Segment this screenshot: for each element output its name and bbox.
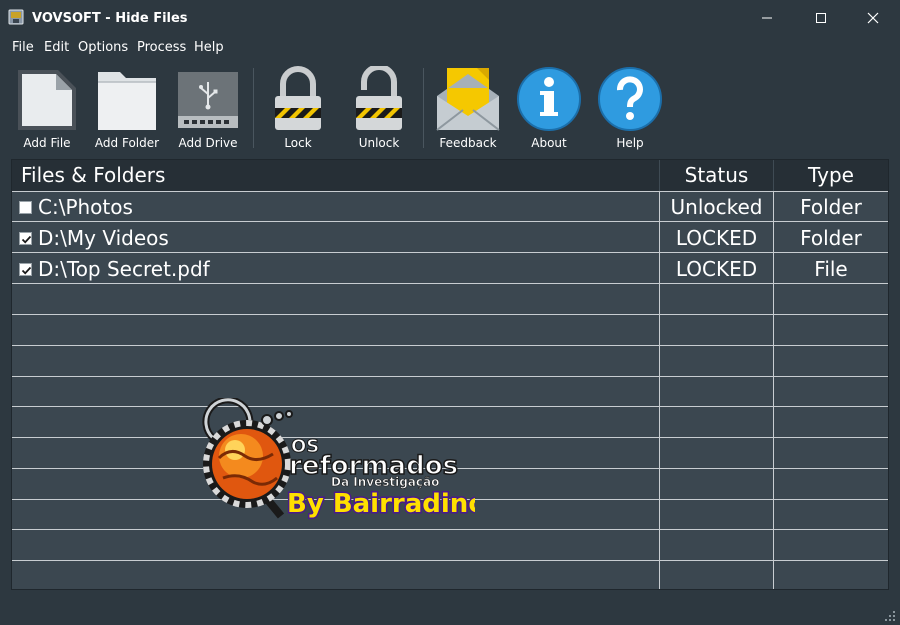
minimize-icon (762, 17, 772, 19)
app-icon (8, 9, 24, 25)
toolbar-separator (253, 68, 254, 148)
row-status: LOCKED (675, 226, 758, 250)
padlock-unlocked-icon (346, 64, 412, 132)
add-folder-button[interactable]: Add Folder (89, 62, 165, 154)
row-path: D:\Top Secret.pdf (38, 257, 210, 281)
padlock-locked-icon (265, 66, 331, 132)
checkmark-icon (21, 266, 32, 275)
close-button[interactable] (850, 0, 896, 36)
grid-row-line (12, 529, 888, 530)
watermark-logo: OS reformados Da Investigação By Bairrad… (183, 396, 488, 522)
row-status: LOCKED (675, 257, 758, 281)
add-file-label: Add File (23, 136, 71, 150)
watermark-investigacao: Da Investigação (331, 475, 439, 489)
column-type[interactable]: Type (774, 160, 888, 191)
row-type: File (814, 257, 848, 281)
status-bar (0, 598, 900, 625)
question-icon (597, 66, 663, 132)
unlock-label: Unlock (358, 136, 400, 150)
title-bar: VOVSOFT - Hide Files (0, 0, 900, 36)
grid-header: Files & Folders Status Type (12, 160, 888, 191)
row-path: D:\My Videos (38, 226, 169, 250)
about-button[interactable]: About (511, 62, 587, 154)
maximize-icon (816, 13, 826, 23)
row-type: Folder (800, 195, 862, 219)
usb-drive-icon (175, 66, 241, 132)
row-checkbox[interactable] (19, 232, 32, 245)
lock-button[interactable]: Lock (260, 62, 336, 154)
add-folder-label: Add Folder (94, 136, 160, 150)
add-drive-label: Add Drive (178, 136, 238, 150)
file-icon (14, 66, 80, 132)
add-drive-button[interactable]: Add Drive (170, 62, 246, 154)
row-checkbox[interactable] (19, 263, 32, 276)
window-title: VOVSOFT - Hide Files (32, 11, 188, 26)
files-grid[interactable]: Files & Folders Status Type C:\Photos Un… (11, 159, 889, 590)
info-icon (516, 66, 582, 132)
column-status[interactable]: Status (660, 160, 773, 191)
close-icon (867, 12, 879, 24)
row-path: C:\Photos (38, 195, 133, 219)
unlock-button[interactable]: Unlock (341, 62, 417, 154)
grid-row-line (12, 314, 888, 315)
magnifier-globe-logo: OS reformados Da Investigação By Bairrad… (202, 396, 488, 521)
minimize-button[interactable] (744, 0, 790, 36)
help-label: Help (616, 136, 644, 150)
toolbar: Add File Add Folder Add Drive Lock Unloc… (0, 62, 900, 154)
lock-label: Lock (284, 136, 312, 150)
toolbar-separator (423, 68, 424, 148)
row-status: Unlocked (670, 195, 763, 219)
column-files-folders[interactable]: Files & Folders (21, 160, 165, 191)
watermark-bairradino: By Bairradino (287, 489, 475, 519)
menu-process[interactable]: Process (137, 40, 186, 55)
about-label: About (531, 136, 567, 150)
grid-row-line (12, 345, 888, 346)
resize-grip-icon[interactable] (884, 609, 896, 621)
maximize-button[interactable] (798, 0, 844, 36)
feedback-button[interactable]: Feedback (430, 62, 506, 154)
menu-help[interactable]: Help (194, 40, 224, 55)
menu-file[interactable]: File (12, 40, 34, 55)
folder-icon (94, 66, 160, 132)
grid-row-line (12, 560, 888, 561)
checkmark-icon (21, 235, 32, 244)
row-type: Folder (800, 226, 862, 250)
menu-bar: File Edit Options Process Help (0, 38, 900, 58)
help-button[interactable]: Help (592, 62, 668, 154)
envelope-icon (435, 66, 501, 132)
grid-row-line (12, 376, 888, 377)
menu-edit[interactable]: Edit (44, 40, 69, 55)
menu-options[interactable]: Options (78, 40, 128, 55)
feedback-label: Feedback (439, 136, 497, 150)
add-file-button[interactable]: Add File (9, 62, 85, 154)
row-checkbox[interactable] (19, 201, 32, 214)
